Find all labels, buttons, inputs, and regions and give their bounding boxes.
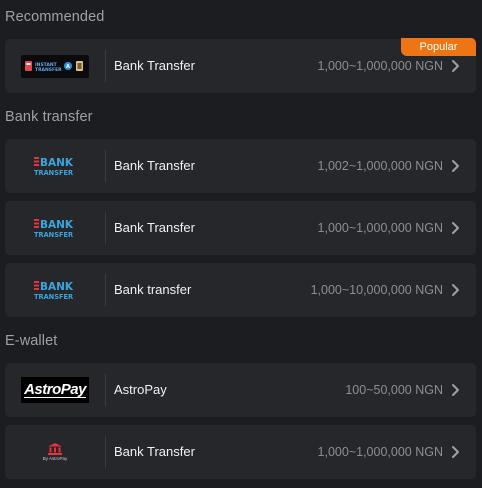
chevron-right-icon bbox=[452, 60, 459, 72]
payment-logo: AstroPay bbox=[5, 363, 105, 417]
divider bbox=[105, 50, 106, 82]
instant-transfer-logo: INSTANT TRANSFER A bbox=[21, 54, 89, 78]
chevron-right-icon bbox=[452, 222, 459, 234]
bank-by-astropay-logo: By AstroPay bbox=[42, 443, 68, 461]
payment-name: Bank Transfer bbox=[114, 444, 195, 459]
chevron-right-icon bbox=[452, 384, 459, 396]
bank-word: BANK bbox=[40, 219, 74, 231]
payment-name: Bank transfer bbox=[114, 282, 192, 297]
payment-range: 1,000~1,000,000 NGN bbox=[317, 221, 443, 235]
section-title-bank-transfer: Bank transfer bbox=[5, 109, 93, 125]
payment-option-card[interactable]: BANK TRANSFER Bank Transfer 1,000~1,000,… bbox=[5, 201, 476, 255]
payment-logo: BANK TRANSFER bbox=[5, 263, 105, 317]
divider bbox=[105, 374, 106, 406]
by-astropay-caption: By AstroPay bbox=[42, 456, 68, 461]
svg-text:TRANSFER: TRANSFER bbox=[35, 67, 62, 73]
transfer-word: TRANSFER bbox=[34, 231, 73, 239]
divider bbox=[105, 436, 106, 468]
astropay-logo: AstroPay bbox=[21, 377, 89, 403]
bank-transfer-logo: BANK TRANSFER bbox=[34, 281, 74, 301]
payment-option-card[interactable]: BANK TRANSFER Bank Transfer 1,002~1,000,… bbox=[5, 139, 476, 193]
payment-option-card[interactable]: AstroPay AstroPay 100~50,000 NGN bbox=[5, 363, 476, 417]
bank-transfer-logo: BANK TRANSFER bbox=[34, 219, 74, 239]
payment-range: 1,002~1,000,000 NGN bbox=[317, 159, 443, 173]
chevron-right-icon bbox=[452, 160, 459, 172]
bank-building-icon bbox=[47, 443, 62, 455]
svg-text:A: A bbox=[66, 64, 70, 70]
payment-range: 100~50,000 NGN bbox=[345, 383, 443, 397]
payment-option-card[interactable]: By AstroPay Bank Transfer 1,000~1,000,00… bbox=[5, 425, 476, 479]
chevron-right-icon bbox=[452, 446, 459, 458]
transfer-word: TRANSFER bbox=[34, 169, 73, 177]
bank-word: BANK bbox=[40, 157, 74, 169]
transfer-word: TRANSFER bbox=[34, 293, 73, 301]
payment-logo: BANK TRANSFER bbox=[5, 201, 105, 255]
popular-badge: Popular bbox=[401, 38, 476, 56]
payment-name: AstroPay bbox=[114, 382, 167, 397]
payment-option-card[interactable]: BANK TRANSFER Bank transfer 1,000~10,000… bbox=[5, 263, 476, 317]
payment-name: Bank Transfer bbox=[114, 220, 195, 235]
divider bbox=[105, 150, 106, 182]
section-title-ewallet: E-wallet bbox=[5, 333, 58, 349]
bank-word: BANK bbox=[40, 281, 74, 293]
payment-logo: BANK TRANSFER bbox=[5, 139, 105, 193]
instant-transfer-icon: INSTANT TRANSFER A bbox=[25, 61, 83, 73]
payment-name: Bank Transfer bbox=[114, 158, 195, 173]
bank-transfer-logo: BANK TRANSFER bbox=[34, 157, 74, 177]
payment-range: 1,000~10,000,000 NGN bbox=[310, 283, 443, 297]
chevron-right-icon bbox=[452, 284, 459, 296]
astropay-logo-text: AstroPay bbox=[24, 381, 86, 398]
payment-name: Bank Transfer bbox=[114, 58, 195, 73]
payment-range: 1,000~1,000,000 NGN bbox=[317, 445, 443, 459]
divider bbox=[105, 274, 106, 306]
payment-logo: By AstroPay bbox=[5, 425, 105, 479]
divider bbox=[105, 212, 106, 244]
section-title-recommended: Recommended bbox=[5, 9, 105, 25]
payment-option-card[interactable]: INSTANT TRANSFER A Bank Transfer 1,000~1… bbox=[5, 38, 476, 93]
payment-logo: INSTANT TRANSFER A bbox=[5, 39, 105, 93]
